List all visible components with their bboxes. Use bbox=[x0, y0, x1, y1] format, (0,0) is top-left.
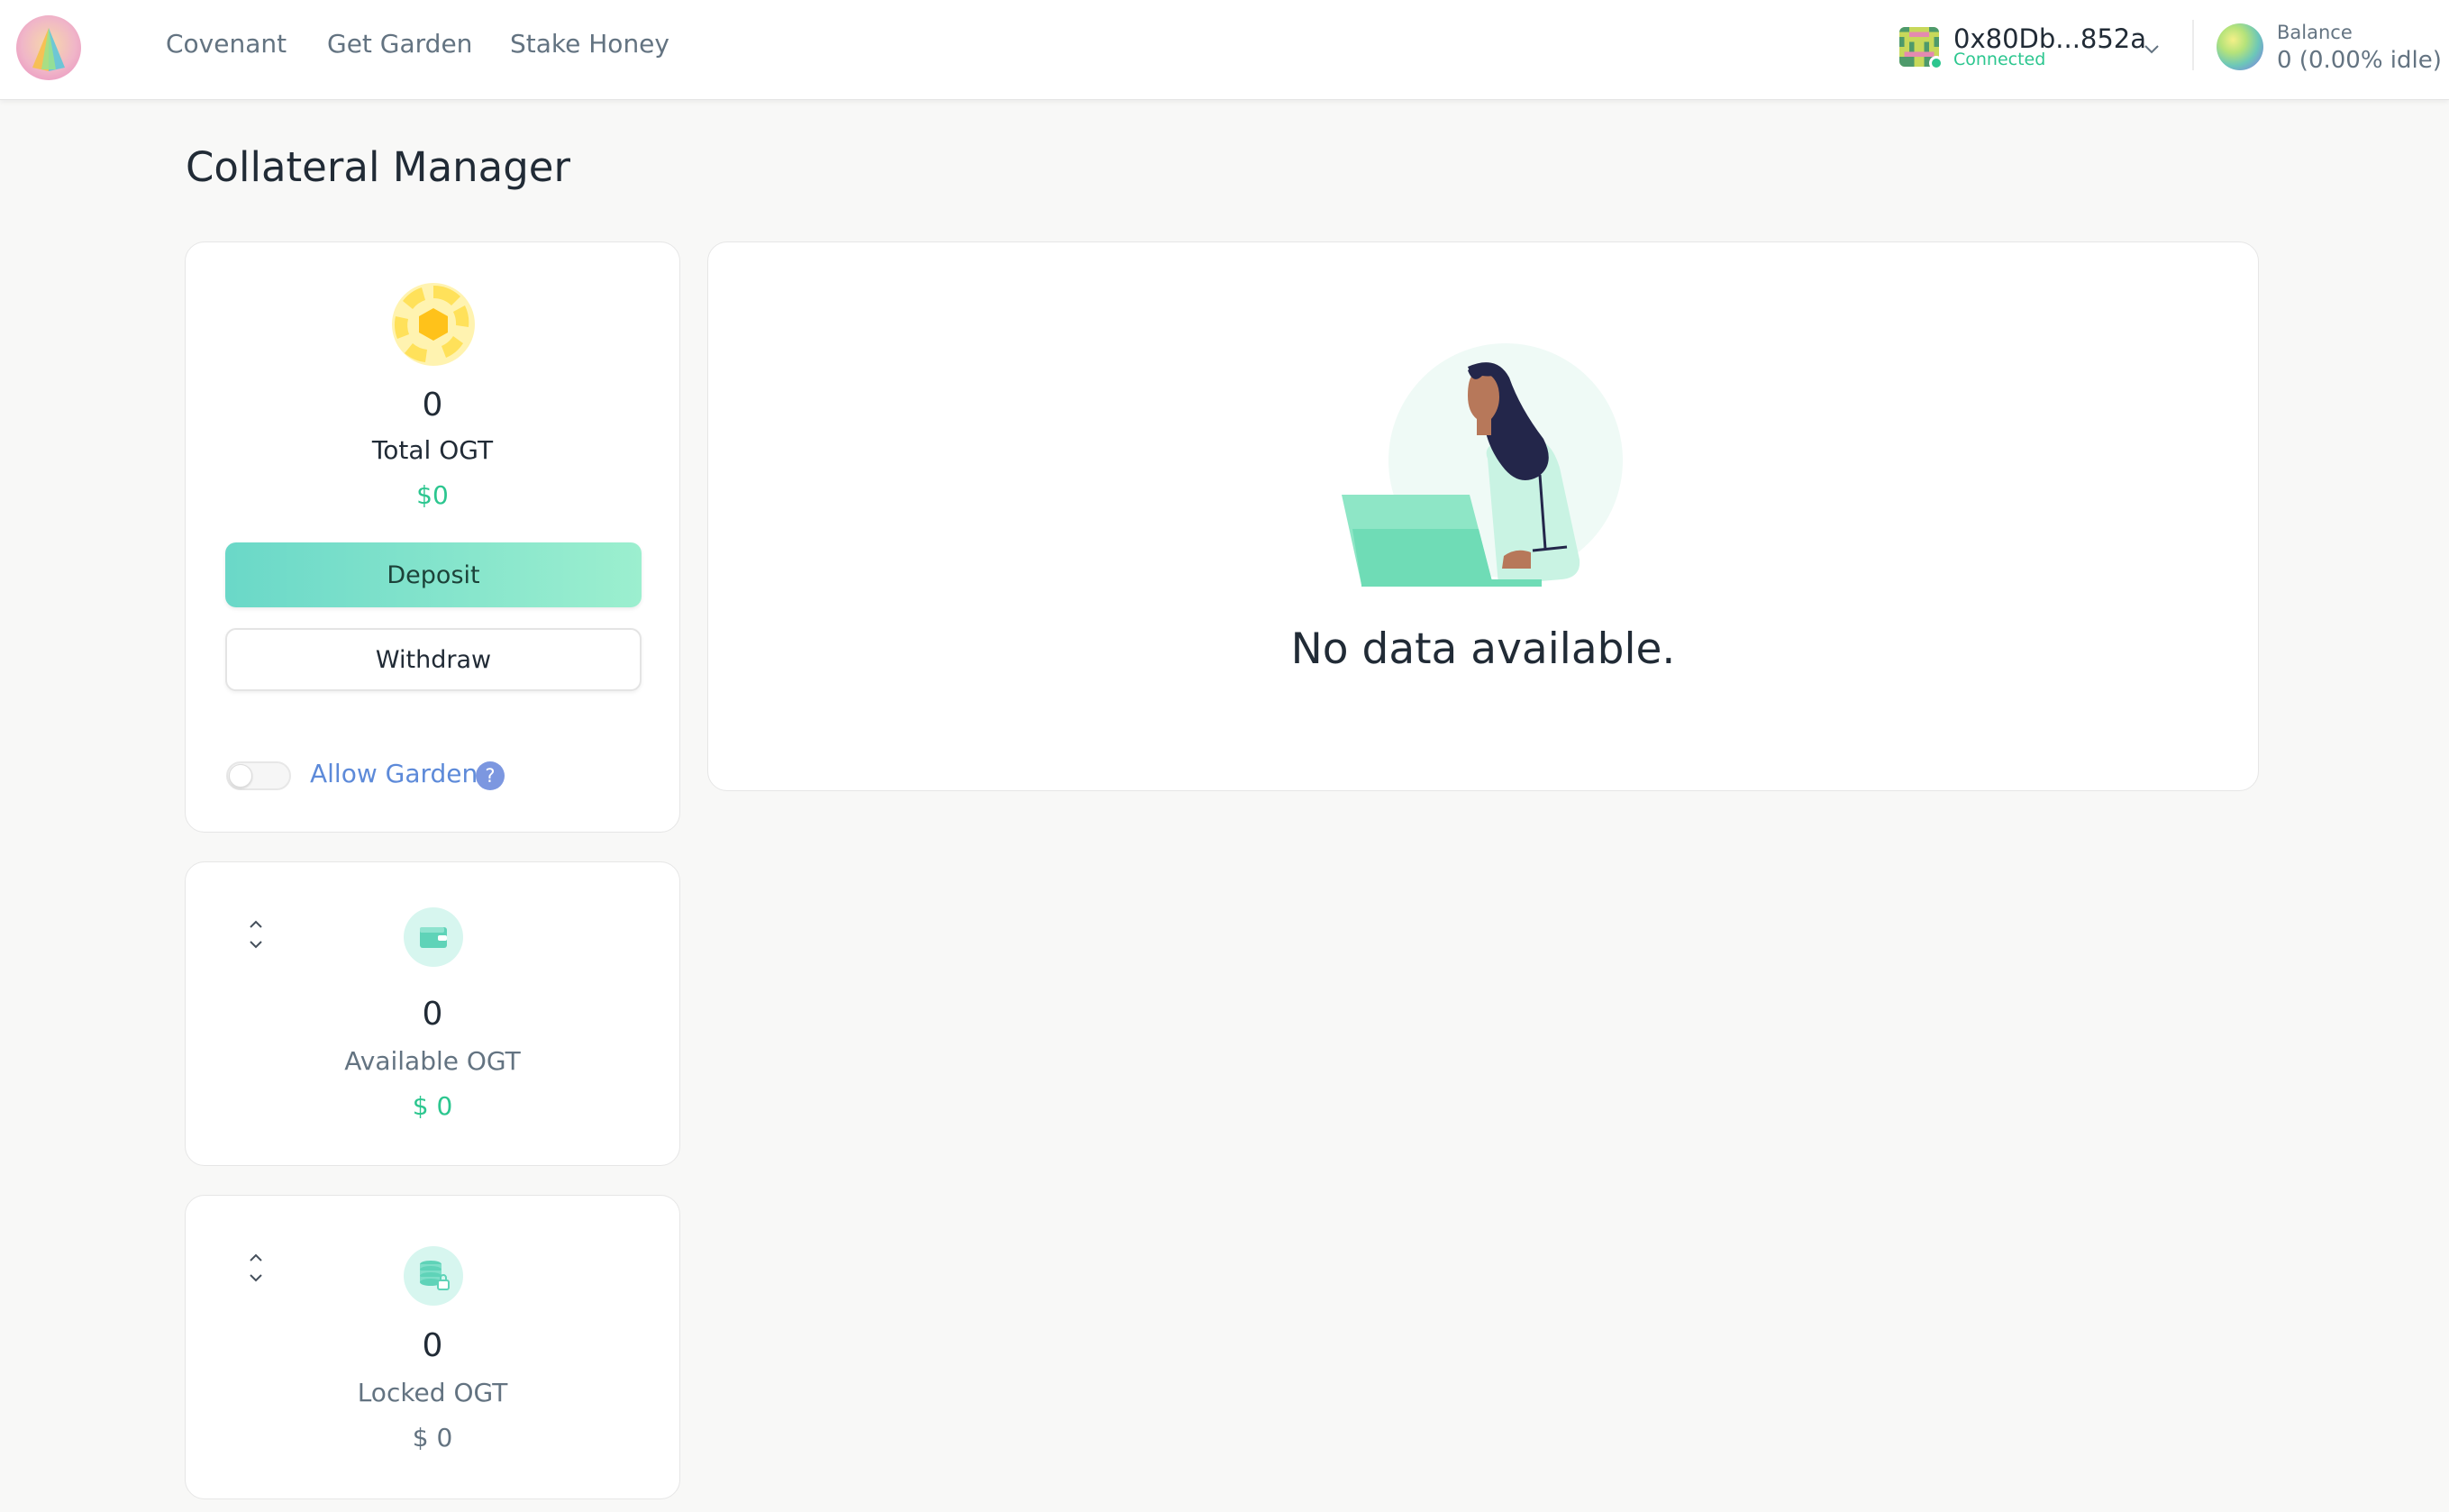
available-ogt-label: Available OGT bbox=[344, 1046, 521, 1076]
nav-get-garden[interactable]: Get Garden bbox=[327, 29, 472, 59]
locked-coins-graphic bbox=[420, 1261, 450, 1290]
nav-covenant[interactable]: Covenant bbox=[166, 29, 287, 59]
wallet-graphic bbox=[420, 927, 447, 948]
locked-ogt-usd: $ 0 bbox=[412, 1423, 453, 1453]
header-divider bbox=[2192, 20, 2194, 70]
allow-garden-label: Allow Garden bbox=[310, 759, 478, 788]
empty-state-message: No data available. bbox=[1290, 624, 1676, 674]
locked-ogt-amount: 0 bbox=[422, 1327, 443, 1364]
toggle-knob bbox=[229, 764, 252, 788]
locked-ogt-card: 0 Locked OGT $ 0 bbox=[185, 1195, 680, 1499]
page-title: Collateral Manager bbox=[186, 143, 570, 191]
total-ogt-amount: 0 bbox=[422, 387, 443, 424]
top-bar: Covenant Get Garden Stake Honey 0x80Db..… bbox=[0, 0, 2449, 100]
account-menu[interactable]: 0x80Db...852a Connected bbox=[1899, 23, 2162, 72]
prism-logo-graphic bbox=[32, 28, 65, 71]
help-icon[interactable]: ? bbox=[476, 761, 505, 790]
balance-token-icon bbox=[2217, 23, 2263, 70]
total-ogt-usd: $0 bbox=[416, 480, 449, 510]
chevron-up-down-icon[interactable] bbox=[243, 1243, 269, 1293]
wallet-icon bbox=[404, 907, 463, 967]
deposit-button[interactable]: Deposit bbox=[225, 542, 642, 607]
balance-value: 0 (0.00% idle) bbox=[2277, 47, 2442, 74]
available-ogt-card: 0 Available OGT $ 0 bbox=[185, 861, 680, 1166]
account-status: Connected bbox=[1953, 50, 2046, 69]
chevron-down-icon[interactable] bbox=[2141, 38, 2162, 59]
withdraw-button[interactable]: Withdraw bbox=[225, 628, 642, 691]
empty-state-illustration bbox=[1342, 343, 1623, 587]
honeycomb-token-icon bbox=[392, 283, 475, 366]
locked-coins-icon bbox=[404, 1246, 463, 1306]
allow-garden-toggle[interactable] bbox=[226, 761, 291, 790]
connected-status-dot bbox=[1929, 56, 1944, 70]
collateral-history-panel: No data available. bbox=[707, 241, 2259, 791]
app-logo-icon[interactable] bbox=[16, 15, 81, 80]
nav-stake-honey[interactable]: Stake Honey bbox=[510, 29, 669, 59]
total-ogt-card: 0 Total OGT $0 Deposit Withdraw Allow Ga… bbox=[185, 241, 680, 833]
locked-ogt-label: Locked OGT bbox=[357, 1378, 508, 1407]
available-ogt-amount: 0 bbox=[422, 996, 443, 1033]
total-ogt-label: Total OGT bbox=[371, 435, 494, 465]
available-ogt-usd: $ 0 bbox=[412, 1091, 453, 1121]
balance-label: Balance bbox=[2277, 22, 2353, 43]
chevron-up-down-icon[interactable] bbox=[243, 909, 269, 960]
